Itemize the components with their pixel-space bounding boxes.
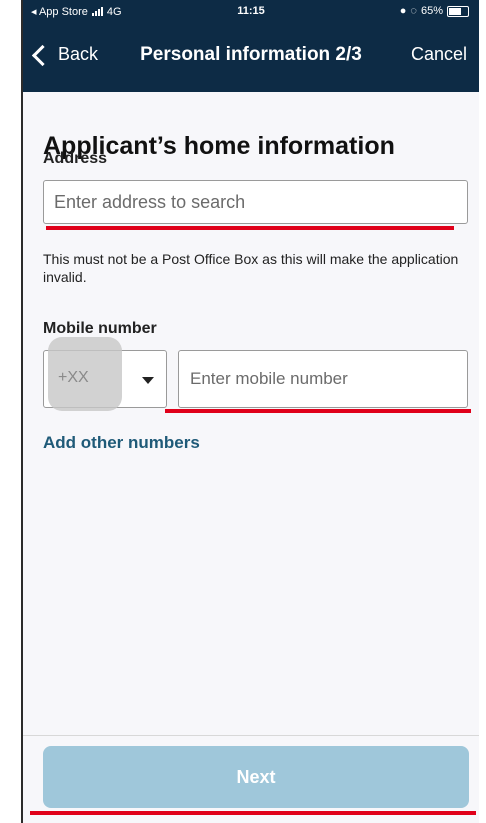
battery-icon	[447, 5, 469, 17]
alarm-icon: ◌	[410, 5, 417, 17]
annotation-underline-next	[30, 811, 476, 815]
status-bar: ◂ App Store 4G 11:15 ● ◌ 65%	[23, 0, 479, 22]
address-helper-text: This must not be a Post Office Box as th…	[43, 251, 459, 285]
status-right: ● ◌ 65%	[400, 5, 469, 17]
address-search-input[interactable]: Enter address to search	[43, 180, 468, 224]
annotation-underline-mobile	[165, 409, 471, 413]
footer-divider	[23, 735, 479, 736]
header-bar: ◂ App Store 4G 11:15 ● ◌ 65% Back Person…	[23, 0, 479, 92]
annotation-underline-address	[46, 226, 454, 230]
chevron-down-icon	[142, 377, 154, 384]
mobile-placeholder: Enter mobile number	[190, 369, 348, 388]
country-code-select[interactable]: +XX	[43, 337, 167, 411]
country-code-placeholder: +XX	[58, 369, 89, 386]
add-other-numbers-link[interactable]: Add other numbers	[43, 433, 200, 453]
navigation-bar: Back Personal information 2/3 Cancel	[23, 36, 479, 76]
battery-percent: 65%	[420, 5, 443, 17]
next-button[interactable]: Next	[43, 746, 469, 808]
address-placeholder: Enter address to search	[54, 191, 246, 212]
mobile-number-input[interactable]: Enter mobile number	[178, 350, 468, 408]
lock-icon: ●	[399, 5, 407, 17]
cancel-button[interactable]: Cancel	[411, 44, 467, 65]
mobile-label: Mobile number	[43, 320, 157, 337]
address-label: Address	[43, 150, 108, 167]
